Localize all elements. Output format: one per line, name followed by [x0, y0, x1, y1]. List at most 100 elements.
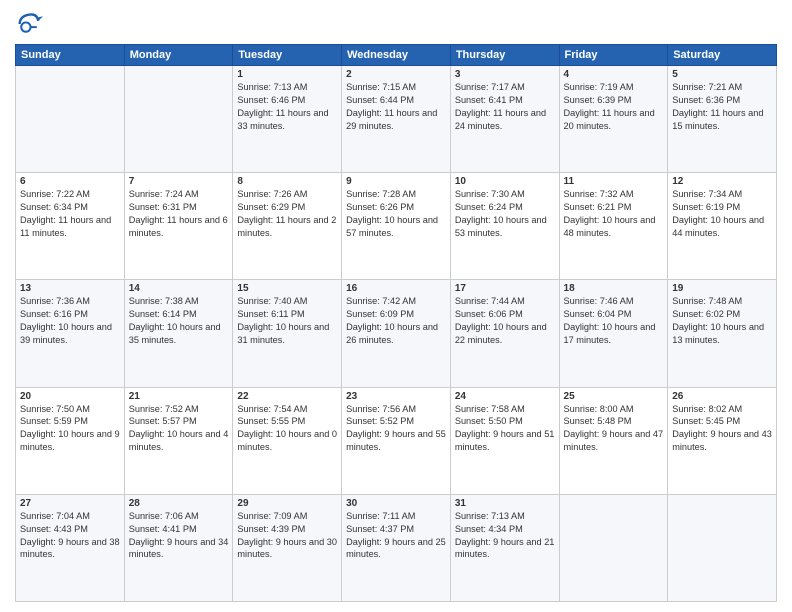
- day-cell: 16Sunrise: 7:42 AMSunset: 6:09 PMDayligh…: [342, 280, 451, 387]
- logo: [15, 10, 47, 38]
- day-info: Sunrise: 7:13 AMSunset: 4:34 PMDaylight:…: [455, 510, 555, 562]
- day-info: Sunrise: 7:48 AMSunset: 6:02 PMDaylight:…: [672, 295, 772, 347]
- week-row-3: 13Sunrise: 7:36 AMSunset: 6:16 PMDayligh…: [16, 280, 777, 387]
- week-row-4: 20Sunrise: 7:50 AMSunset: 5:59 PMDayligh…: [16, 387, 777, 494]
- day-info: Sunrise: 7:30 AMSunset: 6:24 PMDaylight:…: [455, 188, 555, 240]
- day-cell: 6Sunrise: 7:22 AMSunset: 6:34 PMDaylight…: [16, 173, 125, 280]
- day-cell: 13Sunrise: 7:36 AMSunset: 6:16 PMDayligh…: [16, 280, 125, 387]
- day-info: Sunrise: 7:21 AMSunset: 6:36 PMDaylight:…: [672, 81, 772, 133]
- day-number: 26: [672, 391, 772, 402]
- day-cell: 26Sunrise: 8:02 AMSunset: 5:45 PMDayligh…: [668, 387, 777, 494]
- day-number: 15: [237, 283, 337, 294]
- day-info: Sunrise: 7:42 AMSunset: 6:09 PMDaylight:…: [346, 295, 446, 347]
- day-cell: [124, 66, 233, 173]
- col-header-saturday: Saturday: [668, 45, 777, 66]
- day-cell: 9Sunrise: 7:28 AMSunset: 6:26 PMDaylight…: [342, 173, 451, 280]
- header-row: SundayMondayTuesdayWednesdayThursdayFrid…: [16, 45, 777, 66]
- day-number: 17: [455, 283, 555, 294]
- day-info: Sunrise: 7:06 AMSunset: 4:41 PMDaylight:…: [129, 510, 229, 562]
- day-number: 2: [346, 69, 446, 80]
- logo-icon: [15, 10, 43, 38]
- day-info: Sunrise: 7:28 AMSunset: 6:26 PMDaylight:…: [346, 188, 446, 240]
- day-number: 10: [455, 176, 555, 187]
- day-number: 6: [20, 176, 120, 187]
- day-info: Sunrise: 7:54 AMSunset: 5:55 PMDaylight:…: [237, 403, 337, 455]
- day-number: 22: [237, 391, 337, 402]
- day-number: 27: [20, 498, 120, 509]
- day-cell: 3Sunrise: 7:17 AMSunset: 6:41 PMDaylight…: [450, 66, 559, 173]
- week-row-2: 6Sunrise: 7:22 AMSunset: 6:34 PMDaylight…: [16, 173, 777, 280]
- day-number: 28: [129, 498, 229, 509]
- day-number: 13: [20, 283, 120, 294]
- day-number: 23: [346, 391, 446, 402]
- day-cell: [559, 494, 668, 601]
- day-number: 14: [129, 283, 229, 294]
- day-cell: 20Sunrise: 7:50 AMSunset: 5:59 PMDayligh…: [16, 387, 125, 494]
- day-number: 24: [455, 391, 555, 402]
- day-info: Sunrise: 7:58 AMSunset: 5:50 PMDaylight:…: [455, 403, 555, 455]
- day-cell: 29Sunrise: 7:09 AMSunset: 4:39 PMDayligh…: [233, 494, 342, 601]
- day-cell: 28Sunrise: 7:06 AMSunset: 4:41 PMDayligh…: [124, 494, 233, 601]
- day-cell: 18Sunrise: 7:46 AMSunset: 6:04 PMDayligh…: [559, 280, 668, 387]
- header: [15, 10, 777, 38]
- day-info: Sunrise: 8:02 AMSunset: 5:45 PMDaylight:…: [672, 403, 772, 455]
- day-number: 18: [564, 283, 664, 294]
- day-cell: 30Sunrise: 7:11 AMSunset: 4:37 PMDayligh…: [342, 494, 451, 601]
- day-cell: 7Sunrise: 7:24 AMSunset: 6:31 PMDaylight…: [124, 173, 233, 280]
- day-cell: 12Sunrise: 7:34 AMSunset: 6:19 PMDayligh…: [668, 173, 777, 280]
- day-number: 31: [455, 498, 555, 509]
- day-number: 8: [237, 176, 337, 187]
- day-info: Sunrise: 7:11 AMSunset: 4:37 PMDaylight:…: [346, 510, 446, 562]
- day-info: Sunrise: 7:09 AMSunset: 4:39 PMDaylight:…: [237, 510, 337, 562]
- day-cell: 19Sunrise: 7:48 AMSunset: 6:02 PMDayligh…: [668, 280, 777, 387]
- day-cell: 27Sunrise: 7:04 AMSunset: 4:43 PMDayligh…: [16, 494, 125, 601]
- col-header-thursday: Thursday: [450, 45, 559, 66]
- day-cell: [16, 66, 125, 173]
- day-cell: 14Sunrise: 7:38 AMSunset: 6:14 PMDayligh…: [124, 280, 233, 387]
- day-cell: 10Sunrise: 7:30 AMSunset: 6:24 PMDayligh…: [450, 173, 559, 280]
- day-info: Sunrise: 7:56 AMSunset: 5:52 PMDaylight:…: [346, 403, 446, 455]
- day-number: 3: [455, 69, 555, 80]
- day-info: Sunrise: 7:22 AMSunset: 6:34 PMDaylight:…: [20, 188, 120, 240]
- day-info: Sunrise: 7:34 AMSunset: 6:19 PMDaylight:…: [672, 188, 772, 240]
- day-number: 19: [672, 283, 772, 294]
- day-info: Sunrise: 7:04 AMSunset: 4:43 PMDaylight:…: [20, 510, 120, 562]
- day-cell: [668, 494, 777, 601]
- col-header-wednesday: Wednesday: [342, 45, 451, 66]
- day-info: Sunrise: 7:38 AMSunset: 6:14 PMDaylight:…: [129, 295, 229, 347]
- day-info: Sunrise: 7:44 AMSunset: 6:06 PMDaylight:…: [455, 295, 555, 347]
- day-cell: 17Sunrise: 7:44 AMSunset: 6:06 PMDayligh…: [450, 280, 559, 387]
- day-cell: 25Sunrise: 8:00 AMSunset: 5:48 PMDayligh…: [559, 387, 668, 494]
- day-info: Sunrise: 7:15 AMSunset: 6:44 PMDaylight:…: [346, 81, 446, 133]
- day-info: Sunrise: 7:40 AMSunset: 6:11 PMDaylight:…: [237, 295, 337, 347]
- day-cell: 22Sunrise: 7:54 AMSunset: 5:55 PMDayligh…: [233, 387, 342, 494]
- calendar-table: SundayMondayTuesdayWednesdayThursdayFrid…: [15, 44, 777, 602]
- day-number: 16: [346, 283, 446, 294]
- day-info: Sunrise: 8:00 AMSunset: 5:48 PMDaylight:…: [564, 403, 664, 455]
- day-number: 11: [564, 176, 664, 187]
- day-number: 1: [237, 69, 337, 80]
- day-number: 9: [346, 176, 446, 187]
- day-info: Sunrise: 7:17 AMSunset: 6:41 PMDaylight:…: [455, 81, 555, 133]
- day-cell: 23Sunrise: 7:56 AMSunset: 5:52 PMDayligh…: [342, 387, 451, 494]
- day-cell: 5Sunrise: 7:21 AMSunset: 6:36 PMDaylight…: [668, 66, 777, 173]
- week-row-1: 1Sunrise: 7:13 AMSunset: 6:46 PMDaylight…: [16, 66, 777, 173]
- day-cell: 15Sunrise: 7:40 AMSunset: 6:11 PMDayligh…: [233, 280, 342, 387]
- day-cell: 24Sunrise: 7:58 AMSunset: 5:50 PMDayligh…: [450, 387, 559, 494]
- day-number: 12: [672, 176, 772, 187]
- day-cell: 21Sunrise: 7:52 AMSunset: 5:57 PMDayligh…: [124, 387, 233, 494]
- col-header-monday: Monday: [124, 45, 233, 66]
- day-number: 30: [346, 498, 446, 509]
- day-number: 25: [564, 391, 664, 402]
- day-cell: 31Sunrise: 7:13 AMSunset: 4:34 PMDayligh…: [450, 494, 559, 601]
- day-info: Sunrise: 7:36 AMSunset: 6:16 PMDaylight:…: [20, 295, 120, 347]
- col-header-friday: Friday: [559, 45, 668, 66]
- day-number: 21: [129, 391, 229, 402]
- day-cell: 2Sunrise: 7:15 AMSunset: 6:44 PMDaylight…: [342, 66, 451, 173]
- day-number: 5: [672, 69, 772, 80]
- day-number: 7: [129, 176, 229, 187]
- day-info: Sunrise: 7:52 AMSunset: 5:57 PMDaylight:…: [129, 403, 229, 455]
- day-info: Sunrise: 7:26 AMSunset: 6:29 PMDaylight:…: [237, 188, 337, 240]
- day-info: Sunrise: 7:13 AMSunset: 6:46 PMDaylight:…: [237, 81, 337, 133]
- day-info: Sunrise: 7:50 AMSunset: 5:59 PMDaylight:…: [20, 403, 120, 455]
